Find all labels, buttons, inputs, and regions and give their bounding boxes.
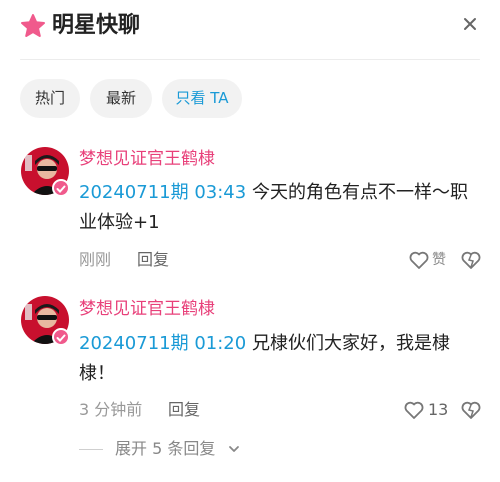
close-icon[interactable] <box>458 12 482 36</box>
episode-timestamp-link[interactable]: 20240711期 03:43 <box>79 182 246 203</box>
tab-hot[interactable]: 热门 <box>20 79 80 118</box>
comment-author[interactable]: 梦想见证官王鹤棣 <box>79 147 215 171</box>
verified-badge-icon <box>52 179 70 197</box>
tab-only-ta[interactable]: 只看 TA <box>162 79 242 118</box>
reply-button[interactable]: 回复 <box>168 399 200 421</box>
like-count: 13 <box>428 400 449 419</box>
reply-button[interactable]: 回复 <box>137 249 169 271</box>
star-logo-icon <box>21 14 45 37</box>
heart-icon[interactable] <box>403 399 425 421</box>
like-count: 赞 <box>432 252 446 268</box>
header-divider <box>20 59 480 60</box>
header: 明星快聊 <box>0 0 500 60</box>
episode-timestamp-link[interactable]: 20240711期 01:20 <box>79 333 246 354</box>
tab-latest[interactable]: 最新 <box>90 79 152 118</box>
comment-text: 20240711期 03:43 今天的角色有点不一样～职业体验+1 <box>79 178 474 238</box>
chevron-down-icon <box>229 446 239 452</box>
page-title: 明星快聊 <box>52 13 141 38</box>
comment-author[interactable]: 梦想见证官王鹤棣 <box>79 297 215 321</box>
verified-badge-icon <box>52 328 70 346</box>
comment-time: 刚刚 <box>79 250 112 269</box>
dislike-heart-icon[interactable] <box>460 249 482 271</box>
dislike-heart-icon[interactable] <box>460 399 482 421</box>
heart-icon[interactable] <box>408 249 430 271</box>
expand-replies-label: 展开 5 条回复 <box>115 439 216 458</box>
comment-time: 3 分钟前 <box>79 400 143 419</box>
comment-text: 20240711期 01:20 兄棣伙们大家好，我是棣棣！ <box>79 329 474 389</box>
expand-divider-line <box>79 449 103 450</box>
